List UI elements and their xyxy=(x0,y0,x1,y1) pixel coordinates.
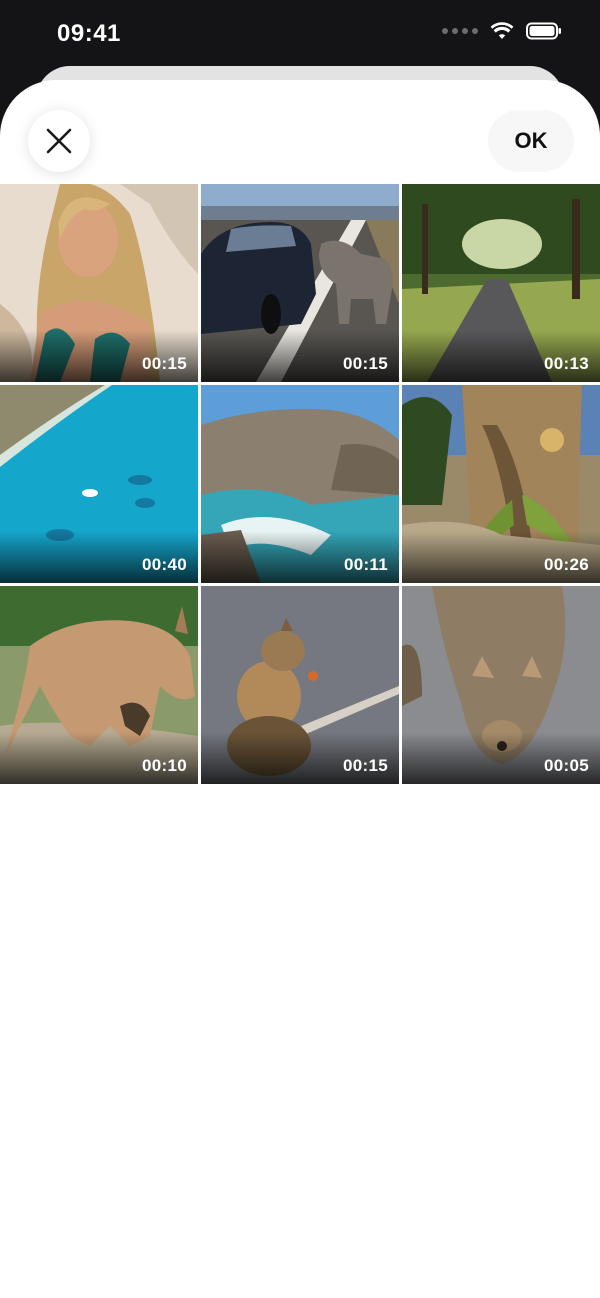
video-picker-sheet: OK 00:15 00:15 00:13 00:40 00:11 00:26 0… xyxy=(0,80,600,1298)
video-thumbnail[interactable]: 00:15 xyxy=(0,184,198,382)
signal-icon xyxy=(442,28,478,34)
video-duration: 00:10 xyxy=(142,756,187,775)
video-thumbnail[interactable]: 00:40 xyxy=(0,385,198,583)
status-time: 09:41 xyxy=(57,20,121,47)
video-thumbnail[interactable]: 00:15 xyxy=(201,184,399,382)
video-duration: 00:15 xyxy=(343,756,388,775)
video-duration: 00:05 xyxy=(544,756,589,775)
status-bar: 09:41 xyxy=(0,0,600,66)
video-thumbnail[interactable]: 00:05 xyxy=(402,586,600,784)
close-button[interactable] xyxy=(28,110,90,172)
video-thumbnail[interactable]: 00:13 xyxy=(402,184,600,382)
video-duration: 00:15 xyxy=(343,354,388,373)
video-duration: 00:40 xyxy=(142,555,187,574)
video-thumbnail[interactable]: 00:11 xyxy=(201,385,399,583)
video-duration: 00:26 xyxy=(544,555,589,574)
wifi-icon xyxy=(490,22,514,39)
ok-button[interactable]: OK xyxy=(488,110,574,172)
video-thumbnail[interactable]: 00:10 xyxy=(0,586,198,784)
status-icons xyxy=(442,22,562,40)
video-thumbnail[interactable]: 00:15 xyxy=(201,586,399,784)
video-thumbnail[interactable]: 00:26 xyxy=(402,385,600,583)
video-grid: 00:15 00:15 00:13 00:40 00:11 00:26 00:1… xyxy=(0,184,600,784)
video-duration: 00:13 xyxy=(544,354,589,373)
video-duration: 00:15 xyxy=(142,354,187,373)
close-icon xyxy=(46,128,72,154)
battery-icon xyxy=(526,22,561,40)
video-duration: 00:11 xyxy=(343,555,388,574)
